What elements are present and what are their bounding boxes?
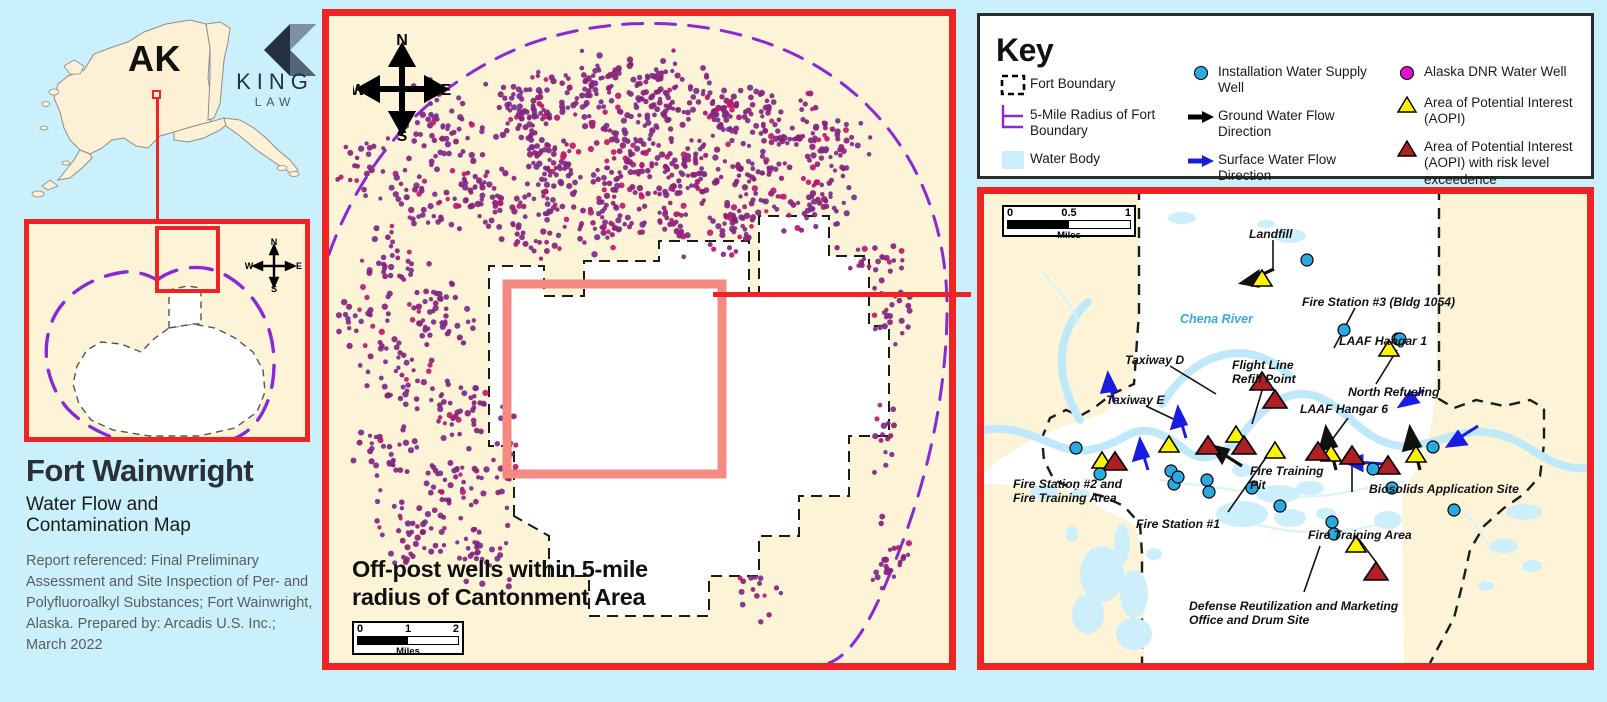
map-label-taxiway-e: Taxiway E bbox=[1106, 393, 1165, 407]
dashed-rect-icon bbox=[996, 74, 1030, 96]
key-entry-installation-well: Installation Water Supply Well bbox=[1184, 62, 1384, 97]
compass-s: S bbox=[271, 284, 277, 293]
detail-map-panel[interactable]: 0 0.5 1 Miles Chena River Landfill Fire S… bbox=[977, 187, 1594, 670]
title-block: Fort Wainwright Water Flow and Contamina… bbox=[26, 453, 318, 656]
scale-units: Miles bbox=[396, 646, 420, 657]
map-label-laaf-hangar-1: LAAF Hangar 1 bbox=[1339, 334, 1428, 348]
map-label-fire-training-area: Fire Training Area bbox=[1308, 528, 1412, 542]
key-entry-surface-flow: Surface Water Flow Direction bbox=[1184, 150, 1384, 185]
map-label-flight-line-refill: Flight Line Refill Point bbox=[1232, 358, 1296, 387]
compass-s-label: S bbox=[397, 128, 408, 142]
map-label-biosolids: Biosolids Application Site bbox=[1369, 482, 1519, 496]
detail-scale-max: 1 bbox=[1124, 207, 1131, 219]
blue-circle-icon bbox=[1184, 62, 1218, 84]
logo-name: KING bbox=[236, 69, 314, 94]
detail-scale-min: 0 bbox=[1007, 207, 1014, 219]
magenta-circle-icon bbox=[1390, 62, 1424, 84]
king-law-wordmark: KING LAW bbox=[227, 70, 323, 109]
water-swatch-icon bbox=[996, 149, 1030, 171]
compass-e-label: E bbox=[441, 82, 451, 99]
center-to-detail-connector bbox=[713, 292, 971, 297]
regional-inset-panel: N S W E bbox=[24, 219, 310, 451]
detail-scale-units: Miles bbox=[1057, 230, 1081, 241]
map-label-fire-station-3: Fire Station #3 (Bldg 1054) bbox=[1302, 295, 1456, 309]
compass-w: W bbox=[245, 261, 254, 271]
key-entry-radius: 5-Mile Radius of Fort Boundary bbox=[996, 105, 1186, 140]
key-entry-fort-boundary: Fort Boundary bbox=[996, 74, 1186, 96]
state-abbrev-label: AK bbox=[128, 38, 181, 79]
key-entry-ground-flow: Ground Water Flow Direction bbox=[1184, 106, 1384, 141]
key-label-ground-flow: Ground Water Flow Direction bbox=[1218, 107, 1335, 140]
scale-max: 2 bbox=[452, 623, 459, 635]
cantonment-detail-map bbox=[984, 194, 1587, 663]
key-label-aopi-exceedence: Area of Potential Interest (AOPI) with r… bbox=[1424, 138, 1573, 187]
left-column: AK KING LAW N S W E Fort Wainwright Wate… bbox=[0, 0, 322, 702]
inset-connector-line bbox=[156, 96, 159, 220]
logo-sub: LAW bbox=[254, 95, 296, 110]
detail-scale-track bbox=[1007, 220, 1131, 229]
detail-scale-fill bbox=[1008, 221, 1069, 228]
black-arrow-icon bbox=[1184, 106, 1218, 128]
page-subtitle: Water Flow and Contamination Map bbox=[26, 493, 191, 537]
detail-scale-mid: 0.5 bbox=[1061, 207, 1077, 219]
key-column-3: Alaska DNR Water Well Area of Potential … bbox=[1390, 62, 1590, 197]
key-entry-aopi-exceedence: Area of Potential Interest (AOPI) with r… bbox=[1390, 137, 1590, 188]
map-label-fire-station-1: Fire Station #1 bbox=[1136, 517, 1220, 531]
scale-numbers: 0 1 2 bbox=[354, 623, 462, 636]
compass-n: N bbox=[271, 237, 278, 247]
map-label-landfill: Landfill bbox=[1249, 227, 1293, 241]
key-entry-water-body: Water Body bbox=[996, 149, 1186, 171]
key-column-2: Installation Water Supply Well Ground Wa… bbox=[1184, 62, 1384, 194]
key-panel: Key Fort Boundary 5-Mile Radius of Fort … bbox=[977, 13, 1594, 187]
key-label-surface-flow: Surface Water Flow Direction bbox=[1218, 151, 1337, 184]
key-entry-dnr-well: Alaska DNR Water Well bbox=[1390, 62, 1590, 84]
scale-mid: 1 bbox=[404, 623, 412, 635]
chena-river-label: Chena River bbox=[1180, 312, 1253, 326]
key-label-aopi: Area of Potential Interest (AOPI) bbox=[1424, 95, 1573, 127]
center-scale-bar: 0 1 2 Miles bbox=[352, 621, 464, 657]
map-label-taxiway-d: Taxiway D bbox=[1125, 353, 1185, 367]
red-triangle-icon bbox=[1390, 137, 1424, 159]
center-compass-rose: N S W E bbox=[353, 34, 451, 142]
scale-bar-track bbox=[357, 636, 459, 645]
center-map-panel[interactable]: N S W E Off-post wells within 5-mile rad… bbox=[322, 9, 956, 670]
key-label-water-body: Water Body bbox=[1030, 150, 1101, 166]
compass-e: E bbox=[296, 261, 302, 271]
map-label-fire-station-2: Fire Station #2 and Fire Training Area bbox=[1013, 477, 1123, 506]
map-label-north-refueling: North Refueling bbox=[1348, 385, 1440, 399]
map-label-laaf-hangar-6: LAAF Hangar 6 bbox=[1300, 402, 1389, 416]
purple-dashed-line-icon bbox=[996, 105, 1030, 129]
compass-n-label: N bbox=[396, 34, 408, 49]
regional-compass-rose: N S W E bbox=[245, 237, 302, 293]
center-map-caption: Off-post wells within 5-mile radius of C… bbox=[352, 556, 648, 610]
yellow-triangle-icon bbox=[1390, 93, 1424, 115]
detail-scale-bar: 0 0.5 1 Miles bbox=[1002, 205, 1136, 241]
detail-scale-numbers: 0 0.5 1 bbox=[1004, 207, 1134, 220]
scale-bar-fill bbox=[358, 637, 408, 644]
key-label-installation-well: Installation Water Supply Well bbox=[1218, 64, 1367, 96]
key-title: Key bbox=[996, 32, 1054, 68]
infographic-root: AK KING LAW N S W E Fort Wainwright Wate… bbox=[0, 0, 1607, 702]
report-reference-text: Report referenced: Final Preliminary Ass… bbox=[26, 553, 313, 654]
map-label-fire-training-pit: Fire Training Pit bbox=[1250, 464, 1324, 493]
map-label-drmo: Defense Reutilization and Marketing Offi… bbox=[1189, 599, 1399, 628]
key-label-fort-boundary: Fort Boundary bbox=[1030, 76, 1116, 91]
key-column-1: Fort Boundary 5-Mile Radius of Fort Boun… bbox=[996, 74, 1186, 180]
compass-w-label: W bbox=[353, 82, 366, 99]
key-label-radius: 5-Mile Radius of Fort Boundary bbox=[1030, 107, 1156, 139]
page-title: Fort Wainwright bbox=[26, 453, 254, 488]
inset-connector-dot bbox=[152, 90, 161, 99]
scale-min: 0 bbox=[357, 623, 364, 635]
blue-arrow-icon bbox=[1184, 150, 1218, 172]
regional-extent-box bbox=[155, 226, 220, 293]
key-label-dnr-well: Alaska DNR Water Well bbox=[1424, 64, 1567, 79]
key-entry-aopi: Area of Potential Interest (AOPI) bbox=[1390, 93, 1590, 128]
